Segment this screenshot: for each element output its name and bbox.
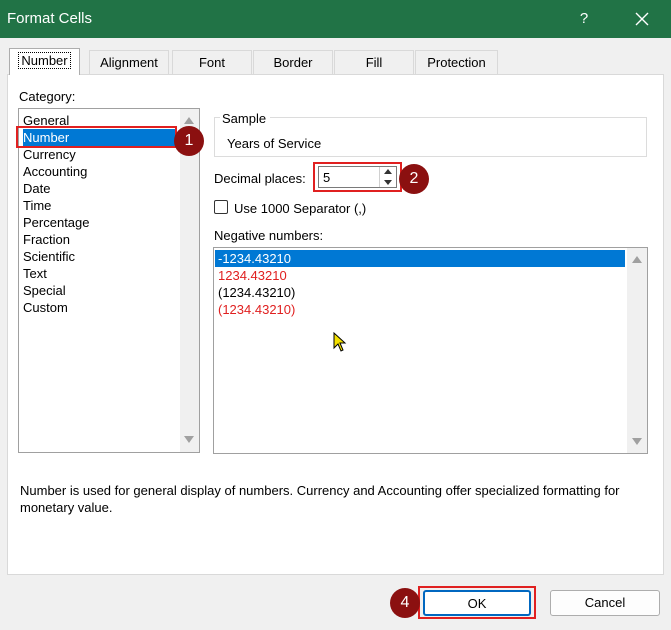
tab-number[interactable]: Number <box>9 48 80 75</box>
separator-label[interactable]: Use 1000 Separator (,) <box>234 201 366 216</box>
category-listbox[interactable]: General Number Currency Accounting Date … <box>18 108 200 453</box>
negative-option-4[interactable]: (1234.43210) <box>218 301 295 318</box>
tab-protection[interactable]: Protection <box>415 50 498 74</box>
category-description: Number is used for general display of nu… <box>20 483 620 515</box>
scroll-down-icon[interactable] <box>184 436 194 443</box>
category-item-fraction[interactable]: Fraction <box>23 231 70 248</box>
category-item-scientific[interactable]: Scientific <box>23 248 75 265</box>
category-item-date[interactable]: Date <box>23 180 50 197</box>
tab-font[interactable]: Font <box>172 50 252 74</box>
close-icon <box>635 12 649 26</box>
close-button[interactable] <box>624 6 660 32</box>
tab-number-label: Number <box>18 52 71 69</box>
category-item-special[interactable]: Special <box>23 282 66 299</box>
sample-group-topline-left <box>214 117 220 118</box>
callout-1: 1 <box>174 126 204 156</box>
scroll-up-icon[interactable] <box>184 117 194 124</box>
title-bar: Format Cells ? <box>0 0 671 38</box>
negative-option-3[interactable]: (1234.43210) <box>218 284 295 301</box>
callout-4: 4 <box>390 588 420 618</box>
negative-numbers-label: Negative numbers: <box>214 228 324 243</box>
highlight-number-category <box>16 126 177 148</box>
negative-numbers-scrollbar[interactable] <box>627 248 647 453</box>
negative-option-1[interactable]: -1234.43210 <box>215 250 625 267</box>
category-item-time[interactable]: Time <box>23 197 51 214</box>
dialog-title: Format Cells <box>7 10 93 27</box>
negative-numbers-listbox[interactable]: -1234.43210 1234.43210 (1234.43210) (123… <box>213 247 648 454</box>
callout-2: 2 <box>399 164 429 194</box>
scroll-down-icon[interactable] <box>632 438 642 445</box>
category-item-custom[interactable]: Custom <box>23 299 68 316</box>
category-item-currency[interactable]: Currency <box>23 146 76 163</box>
sample-value: Years of Service <box>227 136 322 151</box>
ok-button[interactable]: OK <box>423 590 531 616</box>
category-label: Category: <box>19 89 76 104</box>
category-item-text[interactable]: Text <box>23 265 47 282</box>
tab-fill[interactable]: Fill <box>334 50 414 74</box>
highlight-decimal-places <box>313 162 402 192</box>
decimal-places-label: Decimal places: <box>214 171 306 186</box>
scroll-up-icon[interactable] <box>632 256 642 263</box>
negative-option-2[interactable]: 1234.43210 <box>218 267 287 284</box>
cancel-button[interactable]: Cancel <box>550 590 660 616</box>
tab-alignment[interactable]: Alignment <box>89 50 169 74</box>
category-scrollbar[interactable] <box>180 109 199 452</box>
category-item-accounting[interactable]: Accounting <box>23 163 87 180</box>
mouse-pointer-icon <box>333 332 347 352</box>
help-button[interactable]: ? <box>566 6 602 32</box>
tab-border[interactable]: Border <box>253 50 333 74</box>
separator-checkbox[interactable] <box>214 200 228 214</box>
sample-group-topline-right <box>270 117 647 118</box>
category-item-percentage[interactable]: Percentage <box>23 214 90 231</box>
